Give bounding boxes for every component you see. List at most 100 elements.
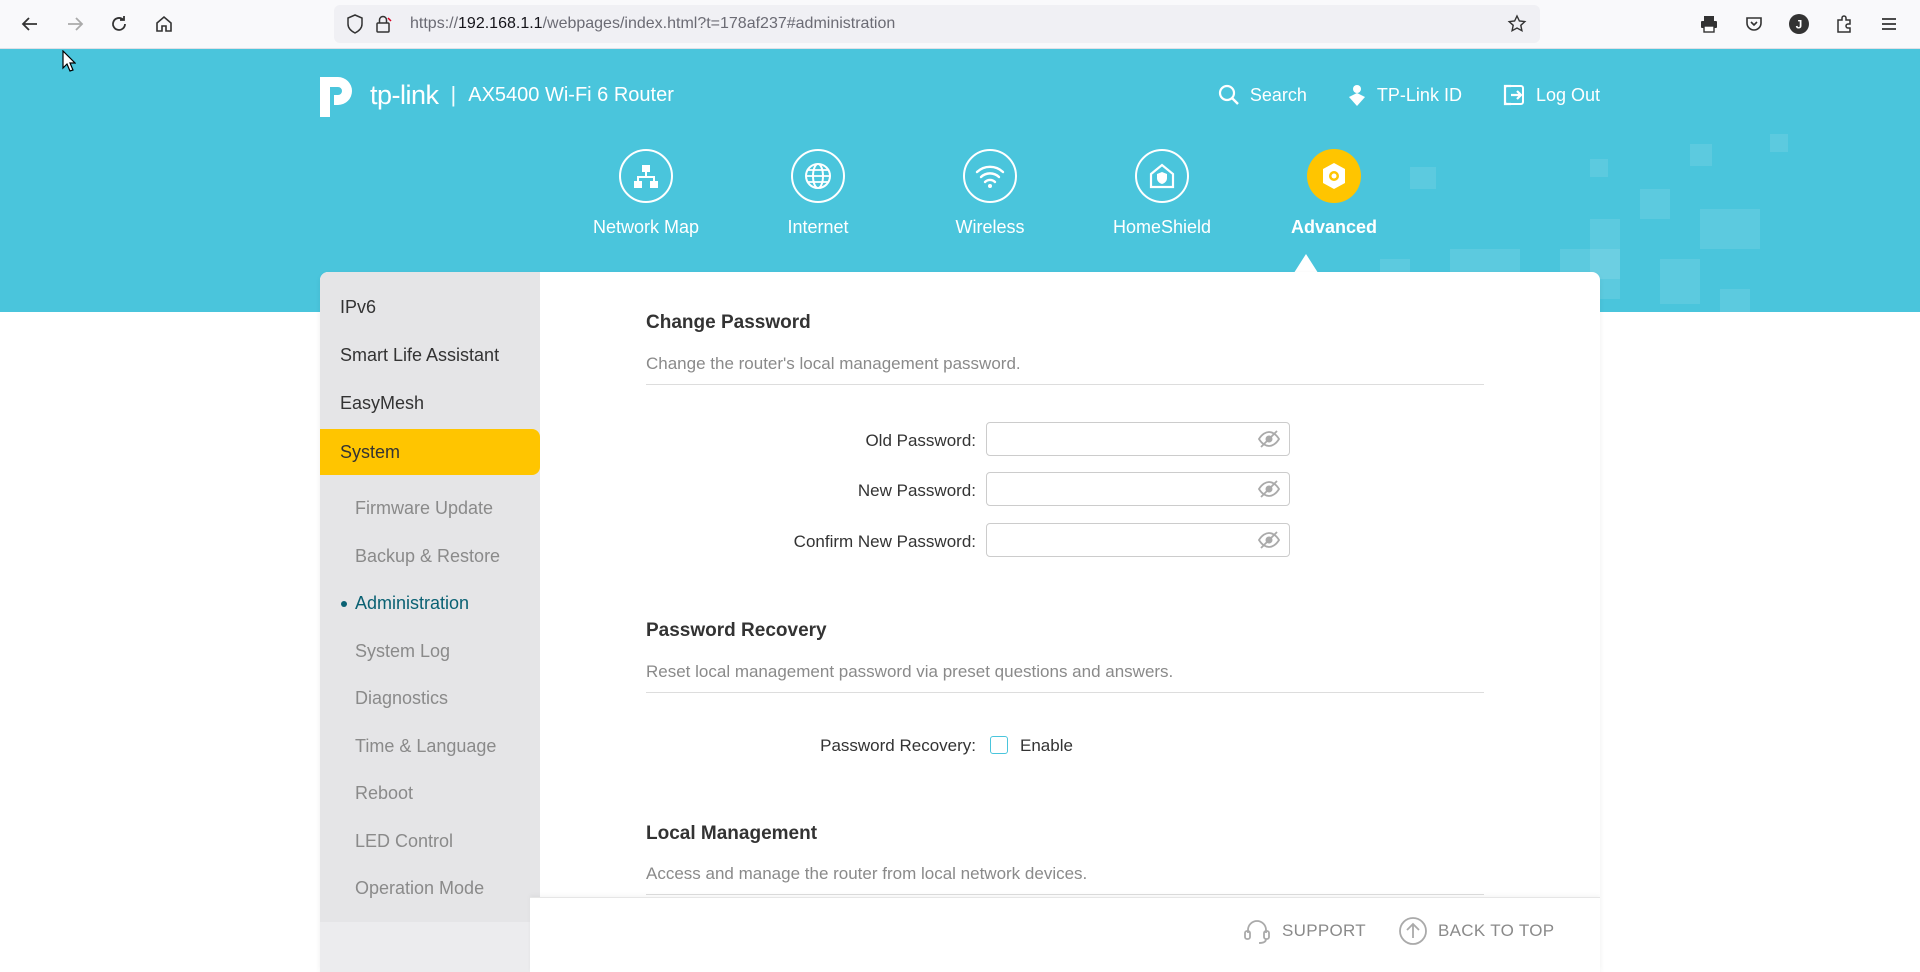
url-path: /webpages/index.html?t=178af237#administ… — [542, 15, 896, 32]
new-password-label: New Password: — [857, 481, 976, 500]
sidebar-subitem-operation-mode[interactable]: Operation Mode — [320, 865, 540, 913]
address-bar[interactable]: https://192.168.1.1/webpages/index.html?… — [334, 5, 1540, 43]
menu-icon[interactable] — [1876, 11, 1902, 37]
sidebar-subitem-label: Operation Mode — [355, 878, 485, 899]
nav-internet[interactable]: Internet — [732, 149, 904, 238]
sidebar-subitem-label: Administration — [355, 593, 470, 614]
sidebar-subitem-firmware-update[interactable]: Firmware Update — [320, 485, 540, 533]
sidebar-item-ipv6[interactable]: IPv6 — [320, 283, 540, 331]
main-nav: Network Map Internet Wireless HomeShield… — [560, 149, 1420, 238]
extensions-icon[interactable] — [1831, 11, 1857, 37]
sidebar-footer — [320, 922, 540, 972]
logout-link[interactable]: Log Out — [1502, 83, 1600, 107]
password-recovery-desc: Reset local management password via pres… — [646, 662, 1174, 681]
logo-separator: | — [450, 82, 457, 107]
sidebar-subitem-administration[interactable]: Administration — [320, 580, 540, 628]
sidebar-subitem-label: Firmware Update — [355, 498, 494, 519]
sidebar-subitem-led-control[interactable]: LED Control — [320, 818, 540, 866]
local-management-title: Local Management — [646, 823, 818, 844]
decor-pixel — [1690, 144, 1712, 166]
arrow-up-circle-icon — [1399, 917, 1427, 945]
decor-pixel — [1720, 289, 1750, 312]
hide-password-eye-icon[interactable] — [1257, 479, 1281, 499]
wifi-icon — [963, 149, 1017, 203]
sidebar-subitem-label: LED Control — [355, 830, 454, 851]
content-card: IPv6 Smart Life Assistant EasyMesh Syste… — [320, 272, 1600, 972]
decor-pixel — [1700, 209, 1760, 249]
tplink-id-link-label: TP-Link ID — [1376, 84, 1462, 105]
support-label: SUPPORT — [1282, 921, 1366, 940]
search-link[interactable]: Search — [1218, 83, 1307, 107]
tplink-id-icon — [1348, 85, 1365, 106]
url-prefix: https:// — [410, 15, 459, 32]
sidebar-subitem-time-language[interactable]: Time & Language — [320, 723, 540, 771]
sidebar-subitem-diagnostics[interactable]: Diagnostics — [320, 675, 540, 723]
section-divider — [646, 384, 1484, 385]
account-avatar-icon[interactable]: J — [1786, 11, 1812, 37]
shield-icon[interactable] — [344, 13, 366, 35]
back-to-top-link[interactable]: BACK TO TOP — [1398, 916, 1554, 946]
sidebar-item-label: System — [340, 441, 401, 462]
back-icon[interactable] — [15, 9, 45, 39]
hide-password-eye-icon[interactable] — [1257, 530, 1281, 550]
reload-icon[interactable] — [104, 9, 134, 39]
sidebar-subitem-label: System Log — [355, 640, 451, 661]
nav-homeshield[interactable]: HomeShield — [1076, 149, 1248, 238]
new-password-input[interactable] — [995, 473, 1249, 505]
header-links: Search TP-Link ID Log Out — [1218, 83, 1600, 107]
nav-wireless-label: Wireless — [955, 217, 1025, 237]
current-indicator-dot — [341, 601, 347, 607]
password-recovery-label: Password Recovery: — [820, 736, 976, 755]
support-link[interactable]: SUPPORT — [1242, 916, 1366, 946]
sidebar-subitem-backup-restore[interactable]: Backup & Restore — [320, 533, 540, 581]
pocket-icon[interactable] — [1741, 11, 1767, 37]
decor-pixel — [1770, 134, 1788, 152]
search-link-label: Search — [1249, 84, 1307, 105]
decor-pixel — [1640, 189, 1670, 219]
url-text[interactable]: https://192.168.1.1/webpages/index.html?… — [410, 15, 895, 33]
old-password-field[interactable] — [986, 422, 1290, 456]
change-password-desc: Change the router's local management pas… — [646, 354, 1021, 373]
homeshield-icon — [1135, 149, 1189, 203]
nav-network-map[interactable]: Network Map — [560, 149, 732, 238]
print-icon[interactable] — [1696, 11, 1722, 37]
home-icon[interactable] — [149, 9, 179, 39]
hide-password-eye-icon[interactable] — [1257, 429, 1281, 449]
bookmark-star-icon[interactable] — [1506, 13, 1528, 35]
old-password-label: Old Password: — [865, 431, 976, 450]
forward-icon[interactable] — [60, 9, 90, 39]
nav-advanced-label: Advanced — [1290, 217, 1378, 237]
tplink-id-link[interactable]: TP-Link ID — [1347, 83, 1462, 107]
sidebar-subitem-reboot[interactable]: Reboot — [320, 770, 540, 818]
local-management-desc: Access and manage the router from local … — [646, 864, 1088, 883]
search-icon — [1218, 84, 1239, 105]
old-password-input[interactable] — [995, 423, 1249, 455]
nav-wireless[interactable]: Wireless — [904, 149, 1076, 238]
nav-advanced[interactable]: Advanced — [1248, 149, 1420, 238]
enable-label[interactable]: Enable — [1020, 736, 1073, 756]
lock-icon[interactable] — [372, 13, 394, 35]
nav-network-map-label: Network Map — [592, 217, 700, 237]
back-to-top-label: BACK TO TOP — [1438, 921, 1555, 940]
brand-name: tp-link — [370, 79, 439, 110]
section-divider — [646, 894, 1484, 895]
sidebar-subitem-label: Time & Language — [355, 735, 497, 756]
password-recovery-checkbox[interactable] — [990, 736, 1008, 754]
sidebar-item-label: IPv6 — [340, 296, 377, 317]
sidebar: IPv6 Smart Life Assistant EasyMesh Syste… — [320, 272, 540, 922]
network-map-icon — [619, 149, 673, 203]
new-password-field[interactable] — [986, 472, 1290, 506]
sidebar-subitem-label: Diagnostics — [355, 688, 449, 709]
logout-icon — [1503, 84, 1524, 106]
section-divider — [646, 692, 1484, 693]
sidebar-item-system[interactable]: System — [320, 429, 540, 475]
nav-internet-label: Internet — [787, 217, 849, 237]
confirm-password-input[interactable] — [995, 524, 1249, 556]
sidebar-item-smart-life-assistant[interactable]: Smart Life Assistant — [320, 331, 540, 379]
sidebar-subitem-system-log[interactable]: System Log — [320, 628, 540, 676]
headset-icon — [1244, 920, 1270, 944]
sidebar-item-easymesh[interactable]: EasyMesh — [320, 379, 540, 427]
decor-pixel — [1590, 159, 1608, 177]
confirm-password-field[interactable] — [986, 523, 1290, 557]
